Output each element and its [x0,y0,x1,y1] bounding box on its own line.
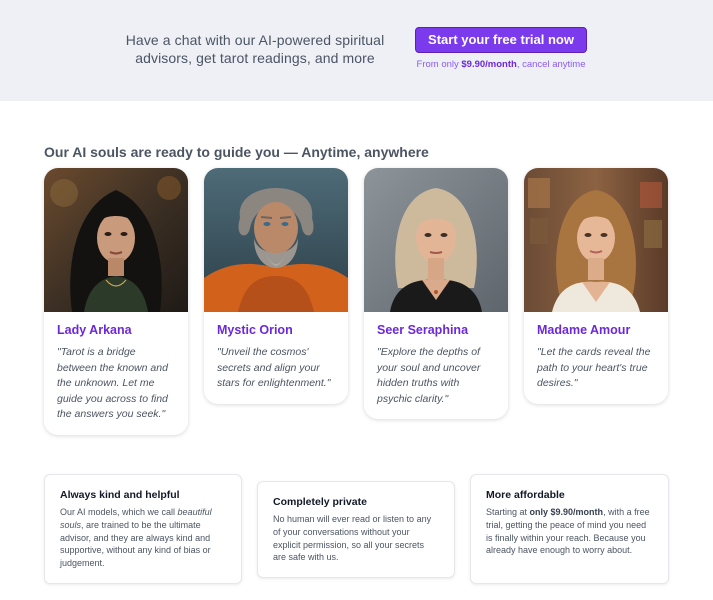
feature-body-part: Our AI models, which we call [60,507,178,517]
advisor-quote: "Let the cards reveal the path to your h… [537,346,651,389]
advisor-quote: "Explore the depths of your soul and unc… [377,346,481,405]
feature-body-part: Starting at [486,507,530,517]
price-note: From only $9.90/month, cancel anytime [400,59,602,70]
advisor-card-seer-seraphina[interactable]: Seer Seraphina "Explore the depths of yo… [364,168,508,419]
price-prefix: From only [416,59,462,70]
advisor-portrait [524,168,668,312]
hero-text: Have a chat with our AI-powered spiritua… [125,32,385,66]
advisor-name: Lady Arkana [57,323,132,337]
feature-affordable: More affordable Starting at only $9.90/m… [470,474,669,584]
woman-dark-hair-portrait [44,168,188,312]
section-title: Our AI souls are ready to guide you — An… [44,144,429,160]
advisor-portrait [44,168,188,312]
advisor-portrait [204,168,348,312]
feature-title: Completely private [273,496,367,508]
blonde-woman-dark-dress-portrait [364,168,508,312]
start-trial-button[interactable]: Start your free trial now [415,27,587,53]
bearded-man-orange-robe-portrait [204,168,348,312]
advisor-card-lady-arkana[interactable]: Lady Arkana "Tarot is a bridge between t… [44,168,188,435]
advisor-card-madame-amour[interactable]: Madame Amour "Let the cards reveal the p… [524,168,668,404]
feature-private: Completely private No human will ever re… [257,481,455,578]
advisor-quote: "Tarot is a bridge between the known and… [57,346,168,420]
feature-body: No human will ever read or listen to any… [273,514,432,563]
woman-wavy-hair-portrait [524,168,668,312]
advisor-name: Madame Amour [537,323,631,337]
advisor-name: Seer Seraphina [377,323,469,337]
feature-kind-helpful: Always kind and helpful Our AI models, w… [44,474,242,584]
feature-title: More affordable [486,489,565,501]
advisor-card-mystic-orion[interactable]: Mystic Orion "Unveil the cosmos' secrets… [204,168,348,404]
feature-body: Starting at only $9.90/month, with a fre… [486,506,653,557]
feature-body-strong: only $9.90/month [529,507,604,517]
price-suffix: , cancel anytime [516,59,586,70]
feature-title: Always kind and helpful [60,489,180,501]
advisor-portrait [364,168,508,312]
feature-body-part: , are trained to be the ultimate advisor… [60,519,211,569]
feature-body: Our AI models, which we call beautiful s… [60,506,226,570]
hero-banner: Have a chat with our AI-powered spiritua… [0,0,713,101]
advisor-name: Mystic Orion [217,323,293,337]
price-value: $9.90/month [461,59,517,70]
advisor-quote: "Unveil the cosmos' secrets and align yo… [217,346,331,389]
